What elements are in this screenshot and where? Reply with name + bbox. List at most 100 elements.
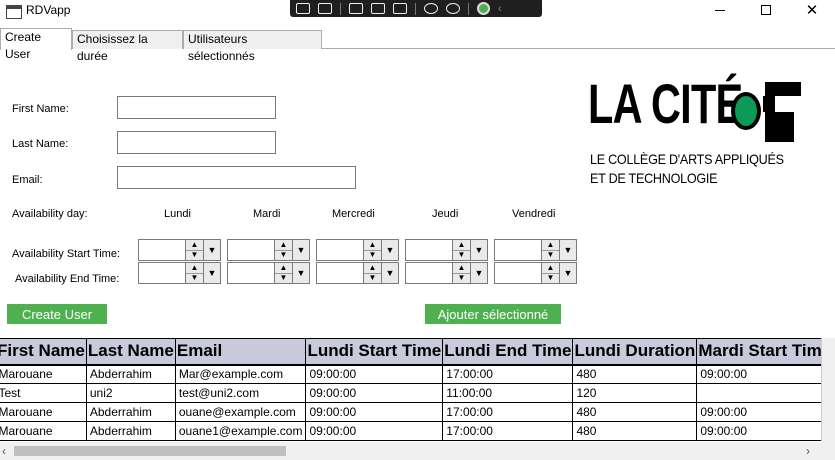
time-value-field[interactable] xyxy=(138,239,186,261)
arrow-up-icon[interactable]: ▲ xyxy=(275,240,292,250)
time-value-field[interactable] xyxy=(316,239,364,261)
tab-create-user[interactable]: Create User xyxy=(0,28,72,61)
arrow-down-icon[interactable]: ▼ xyxy=(275,249,292,261)
table-cell[interactable]: 480 xyxy=(572,363,698,384)
table-cell[interactable]: test@uni2.com xyxy=(175,383,307,403)
first-name-field[interactable] xyxy=(117,96,276,119)
region-icon[interactable] xyxy=(371,3,385,14)
arrow-down-icon[interactable]: ▼ xyxy=(186,272,203,284)
column-header[interactable]: Lundi Start Time xyxy=(305,338,444,365)
table-cell[interactable]: 09:00:00 xyxy=(305,421,444,441)
arrow-up-icon[interactable]: ▲ xyxy=(186,240,203,250)
horizontal-scrollbar[interactable]: ‹ › xyxy=(0,442,822,460)
chevron-down-icon[interactable]: ▼ xyxy=(382,239,399,261)
time-stepper-end-jeudi[interactable]: ▲ ▼ ▼ xyxy=(405,262,488,284)
chevron-down-icon[interactable]: ▼ xyxy=(293,262,310,284)
time-stepper-end-lundi[interactable]: ▲ ▼ ▼ xyxy=(138,262,221,284)
arrow-up-icon[interactable]: ▲ xyxy=(275,263,292,273)
minimize-button[interactable] xyxy=(697,0,743,20)
chevron-down-icon[interactable]: ▼ xyxy=(471,239,488,261)
time-stepper-start-lundi[interactable]: ▲ ▼ ▼ xyxy=(138,239,221,261)
time-stepper-start-mercredi[interactable]: ▲ ▼ ▼ xyxy=(316,239,399,261)
table-cell[interactable]: Abderrahim xyxy=(86,363,176,384)
scrollbar-thumb[interactable] xyxy=(14,446,286,456)
table-cell[interactable]: ouane@example.com xyxy=(175,402,307,422)
chevron-down-icon[interactable]: ▼ xyxy=(382,262,399,284)
table-cell[interactable]: 17:00:00 xyxy=(442,363,574,384)
table-row[interactable]: Marouane Abderrahim ouane@example.com 09:00… xyxy=(0,402,821,422)
column-header[interactable]: Lundi End Time xyxy=(442,338,574,365)
arrow-down-icon[interactable]: ▼ xyxy=(453,272,470,284)
column-header[interactable]: Email xyxy=(174,338,307,365)
time-value-field[interactable] xyxy=(494,262,542,284)
arrow-down-icon[interactable]: ▼ xyxy=(275,272,292,284)
time-stepper-end-vendredi[interactable]: ▲ ▼ ▼ xyxy=(494,262,577,284)
chevron-left-icon[interactable]: ‹ xyxy=(498,3,502,15)
arrow-down-icon[interactable]: ▼ xyxy=(364,249,381,261)
arrow-up-icon[interactable]: ▲ xyxy=(542,263,559,273)
time-stepper-start-mardi[interactable]: ▲ ▼ ▼ xyxy=(227,239,310,261)
table-cell[interactable]: Marouane xyxy=(0,402,87,422)
table-cell[interactable]: Abderrahim xyxy=(86,421,176,441)
time-stepper-start-jeudi[interactable]: ▲ ▼ ▼ xyxy=(405,239,488,261)
column-header[interactable]: Mardi Start Time xyxy=(696,338,821,365)
column-header[interactable]: First Name xyxy=(0,338,87,365)
table-row[interactable]: Marouane Abderrahim ouane1@example.com 09:0… xyxy=(0,421,821,441)
audio-icon[interactable] xyxy=(424,3,438,14)
arrow-down-icon[interactable]: ▼ xyxy=(542,249,559,261)
table-cell[interactable]: Marouane xyxy=(0,421,87,441)
screen-record-icon[interactable] xyxy=(318,3,332,14)
users-data-grid[interactable]: First Name Last Name Email Lundi Start Time… xyxy=(0,338,822,441)
scroll-left-icon[interactable]: ‹ xyxy=(2,444,6,458)
chevron-down-icon[interactable]: ▼ xyxy=(471,262,488,284)
table-cell[interactable]: 09:00:00 xyxy=(305,402,444,422)
chevron-down-icon[interactable]: ▼ xyxy=(204,262,221,284)
arrow-down-icon[interactable]: ▼ xyxy=(186,249,203,261)
time-stepper-end-mardi[interactable]: ▲ ▼ ▼ xyxy=(227,262,310,284)
time-value-field[interactable] xyxy=(316,262,364,284)
arrow-down-icon[interactable]: ▼ xyxy=(364,272,381,284)
arrow-up-icon[interactable]: ▲ xyxy=(364,263,381,273)
tab-selected-users[interactable]: Utilisateurs sélectionnés xyxy=(183,30,322,63)
chevron-down-icon[interactable]: ▼ xyxy=(560,239,577,261)
arrow-up-icon[interactable]: ▲ xyxy=(364,240,381,250)
email-field[interactable] xyxy=(117,166,356,189)
table-cell[interactable]: 17:00:00 xyxy=(442,402,574,422)
arrow-up-icon[interactable]: ▲ xyxy=(453,240,470,250)
table-cell[interactable]: 09:00:00 xyxy=(305,363,444,384)
chevron-down-icon[interactable]: ▼ xyxy=(560,262,577,284)
time-value-field[interactable] xyxy=(227,262,275,284)
column-header[interactable]: Last Name xyxy=(85,338,176,365)
table-cell[interactable]: uni2 xyxy=(86,383,176,403)
arrow-down-icon[interactable]: ▼ xyxy=(453,249,470,261)
maximize-button[interactable] xyxy=(743,0,789,20)
arrow-up-icon[interactable]: ▲ xyxy=(453,263,470,273)
table-cell[interactable]: 09:00:00 xyxy=(696,402,821,422)
table-cell[interactable]: 480 xyxy=(572,402,698,422)
scroll-right-icon[interactable]: › xyxy=(806,444,810,458)
table-row[interactable]: Marouane Abderrahim Mar@example.com 09:00:0… xyxy=(0,363,821,384)
column-header[interactable]: Lundi Duration xyxy=(572,338,698,365)
last-name-field[interactable] xyxy=(117,131,276,154)
table-cell[interactable]: 11:00:00 xyxy=(442,383,574,403)
time-value-field[interactable] xyxy=(405,239,453,261)
table-cell[interactable]: ouane1@example.com xyxy=(175,421,307,441)
table-cell[interactable]: 09:00:00 xyxy=(696,363,821,384)
table-cell[interactable]: 17:00:00 xyxy=(442,421,574,441)
close-button[interactable]: ✕ xyxy=(789,0,835,20)
time-value-field[interactable] xyxy=(227,239,275,261)
table-cell[interactable]: 09:00:00 xyxy=(305,383,444,403)
chevron-down-icon[interactable]: ▼ xyxy=(204,239,221,261)
time-stepper-start-vendredi[interactable]: ▲ ▼ ▼ xyxy=(494,239,577,261)
arrow-down-icon[interactable]: ▼ xyxy=(542,272,559,284)
table-cell[interactable] xyxy=(696,383,821,403)
create-user-button[interactable]: Create User xyxy=(7,304,107,324)
tab-choose-duration[interactable]: Choisissez la durée xyxy=(72,30,183,63)
pointer-icon[interactable] xyxy=(349,3,363,14)
window-pointer-icon[interactable] xyxy=(393,3,407,14)
check-icon[interactable] xyxy=(477,2,490,15)
table-cell[interactable]: Marouane xyxy=(0,363,87,384)
table-cell[interactable]: Mar@example.com xyxy=(175,363,307,384)
time-value-field[interactable] xyxy=(138,262,186,284)
table-cell[interactable]: Abderrahim xyxy=(86,402,176,422)
